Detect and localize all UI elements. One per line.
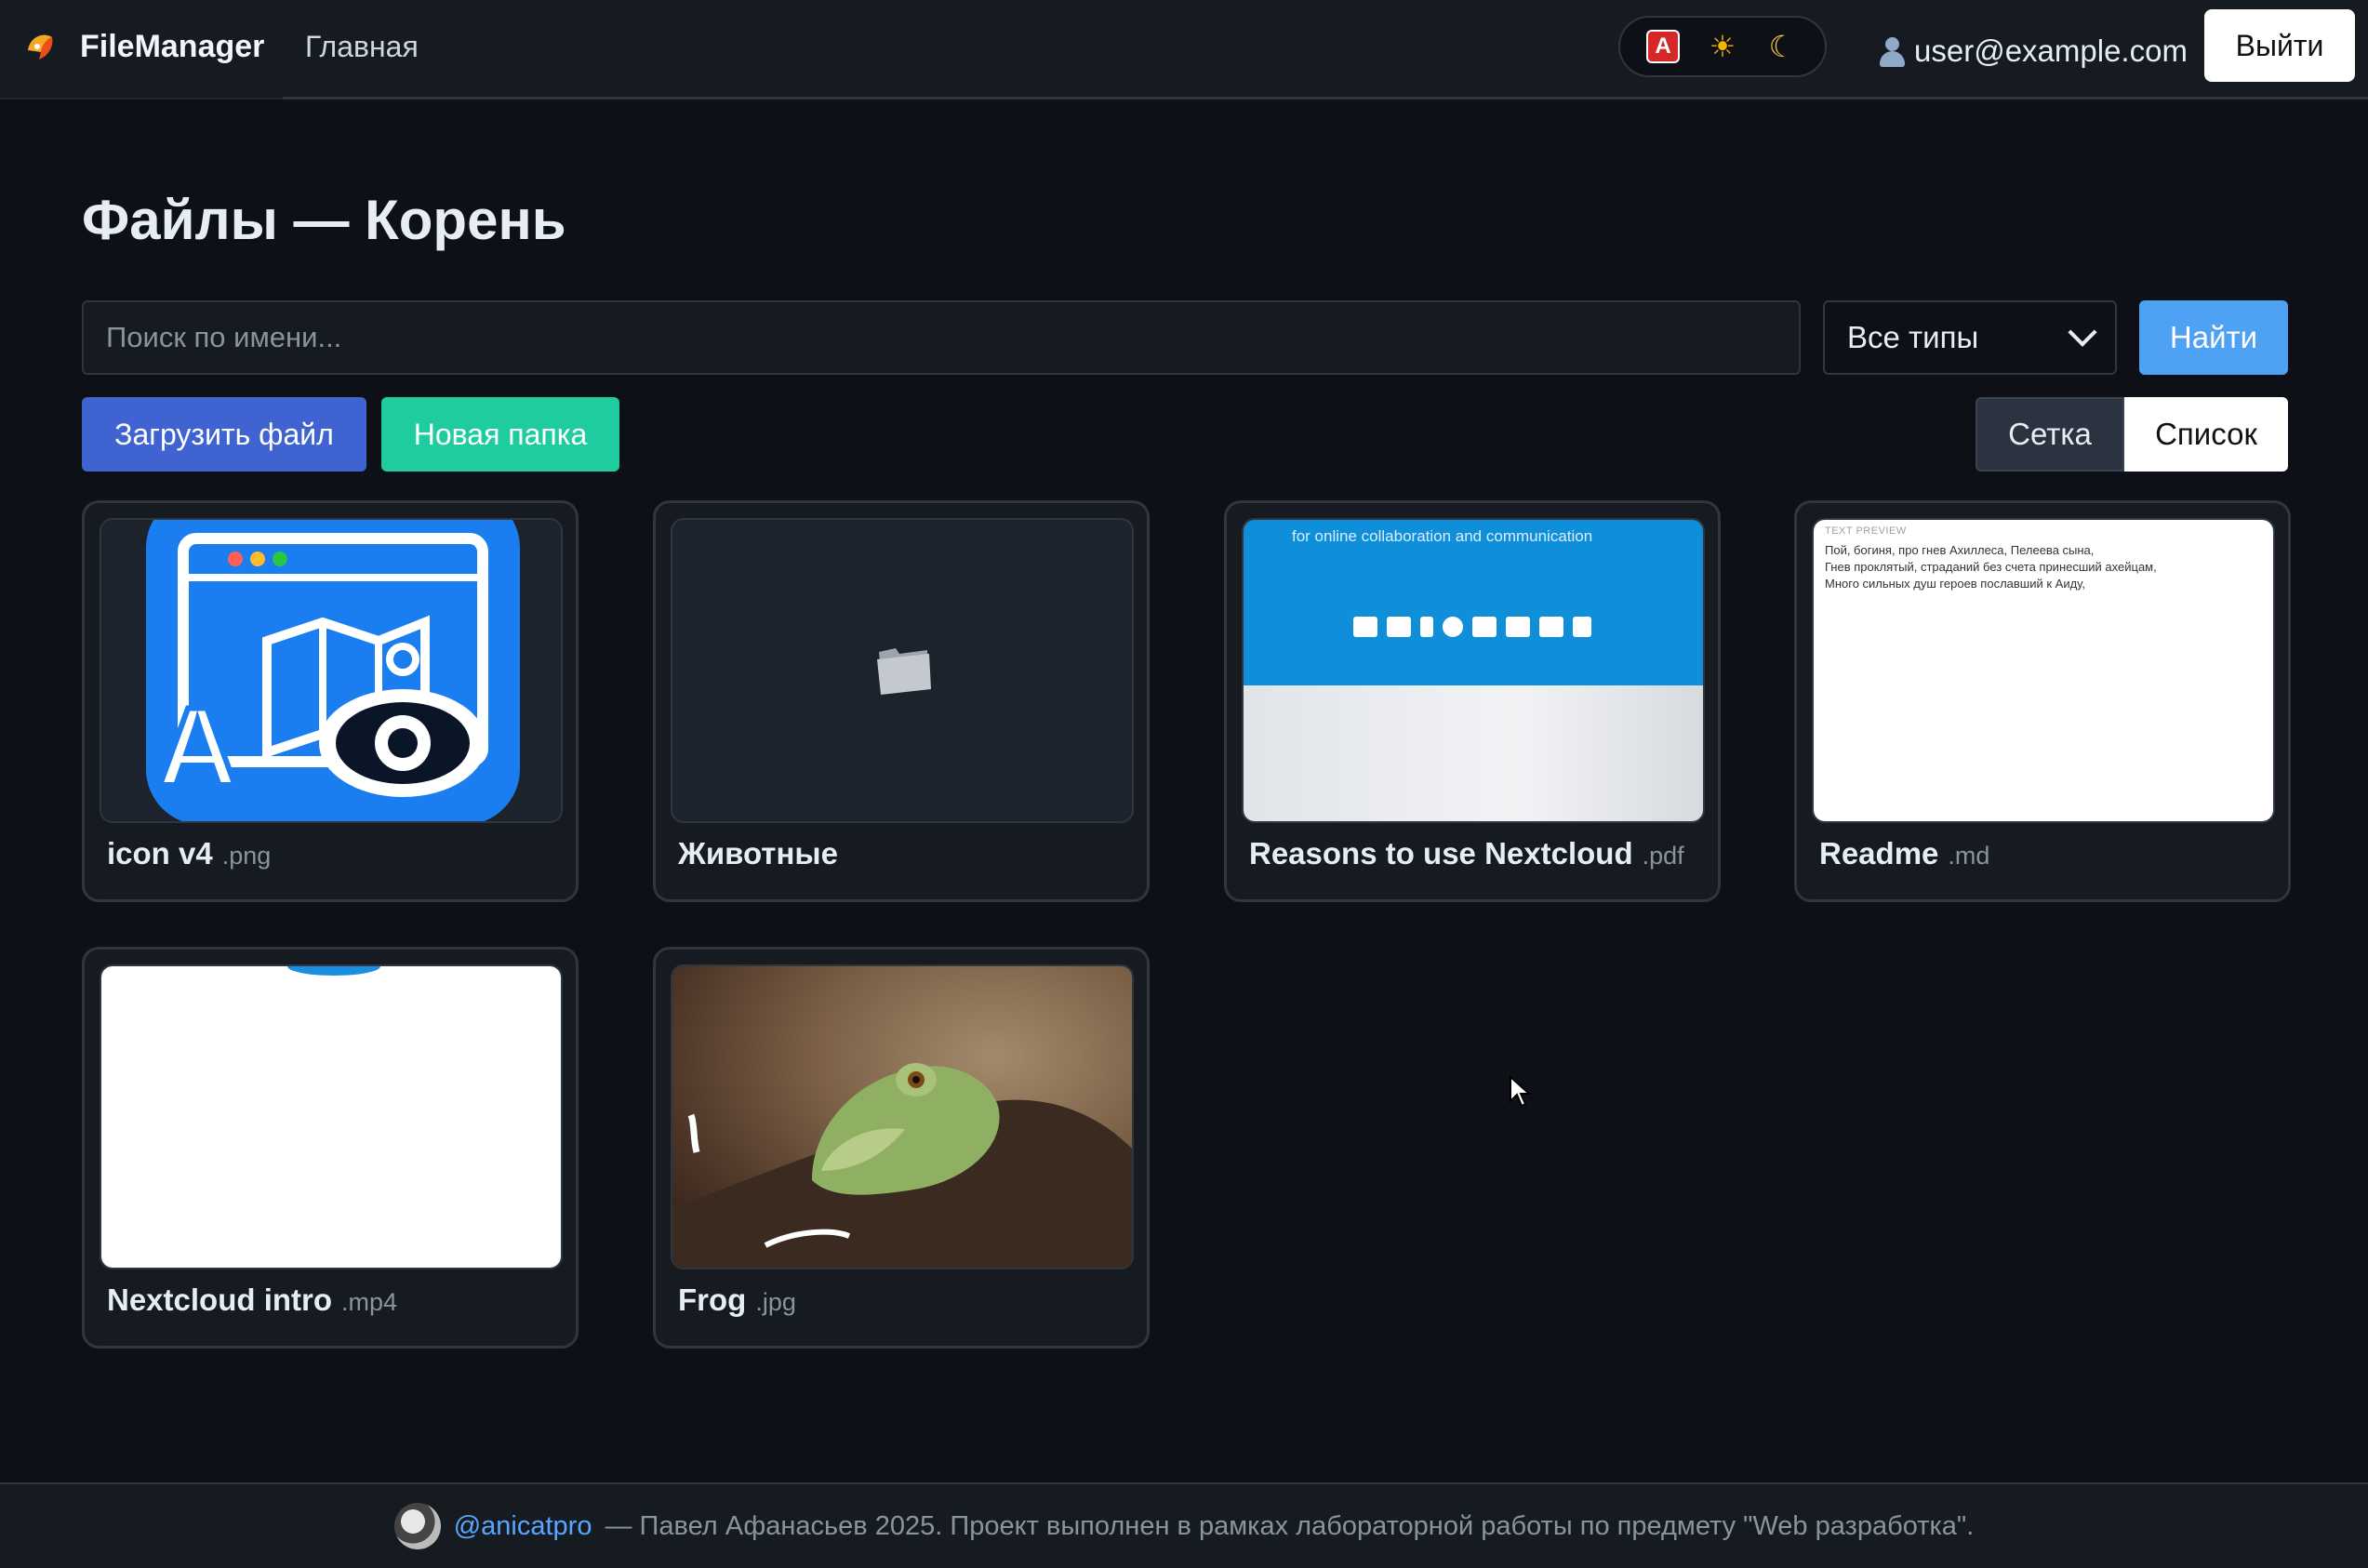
file-extension: .pdf [1642, 842, 1684, 870]
search-input[interactable]: Поиск по имени... [82, 300, 1801, 375]
folder-icon [1353, 617, 1377, 637]
sun-icon: ☀ [1709, 30, 1736, 63]
image-icon [1387, 617, 1411, 637]
file-thumbnail: A [100, 518, 563, 823]
type-filter-value: Все типы [1847, 320, 1979, 354]
preview-label: TEXT PREVIEW [1825, 525, 1907, 537]
folder-thumbnail [671, 518, 1134, 823]
file-name: Frog .jpg [678, 1282, 796, 1317]
view-list-button[interactable]: Список [2124, 397, 2288, 472]
page-title: Файлы — Корень [82, 189, 566, 251]
user-info: user@example.com [1877, 33, 2188, 69]
preview-text: Пой, богиня, про гнев Ахиллеса, Пелеева … [1825, 543, 2157, 591]
frog-photo [672, 1063, 1132, 1268]
upload-file-button[interactable]: Загрузить файл [82, 397, 366, 472]
image-thumbnail [671, 964, 1134, 1269]
contacts-icon [1472, 617, 1497, 637]
file-name: Nextcloud intro .mp4 [107, 1282, 398, 1317]
find-button[interactable]: Найти [2139, 300, 2288, 375]
file-name: icon v4 .png [107, 836, 272, 870]
file-extension: .mp4 [341, 1288, 398, 1316]
view-grid-button[interactable]: Сетка [1976, 397, 2124, 472]
mouse-cursor-icon [1510, 1075, 1531, 1108]
auto-theme-icon: A [1646, 30, 1680, 63]
pdf-thumbnail: for online collaboration and communicati… [1242, 518, 1705, 823]
author-link[interactable]: @anicatpro [454, 1511, 592, 1542]
file-extension: .jpg [755, 1288, 796, 1316]
theme-light-button[interactable]: ☀ [1701, 25, 1744, 68]
user-icon [1877, 35, 1907, 67]
file-card[interactable]: TEXT PREVIEW Пой, богиня, про гнев Ахилл… [1794, 500, 2291, 902]
app-map-icon: A [146, 520, 520, 821]
file-extension: .png [221, 842, 272, 870]
view-toggle: Сетка Список [1976, 397, 2288, 472]
mail-icon [1539, 617, 1563, 637]
new-folder-button[interactable]: Новая папка [381, 397, 619, 472]
search-icon [1443, 617, 1463, 637]
theme-auto-button[interactable]: A [1642, 25, 1684, 68]
file-card[interactable]: Frog .jpg [653, 947, 1150, 1349]
author-avatar [393, 1503, 441, 1549]
user-email: user@example.com [1914, 33, 2188, 68]
brand-logo-icon [20, 26, 61, 67]
nav-link-home[interactable]: Главная [305, 30, 419, 64]
activity-icon [1420, 617, 1433, 637]
footer: @anicatpro — Павел Афанасьев 2025. Проек… [0, 1482, 2368, 1568]
file-card[interactable]: Nextcloud intro .mp4 [82, 947, 579, 1349]
video-thumbnail [100, 964, 563, 1269]
chevron-down-icon [2068, 317, 2097, 347]
file-card[interactable]: for online collaboration and communicati… [1224, 500, 1721, 902]
file-name: Reasons to use Nextcloud .pdf [1249, 836, 1684, 870]
theme-switcher: A ☀ ☾ [1618, 16, 1827, 77]
logout-button[interactable]: Выйти [2204, 9, 2355, 82]
calendar-icon [1506, 617, 1530, 637]
type-filter-select[interactable]: Все типы [1823, 300, 2117, 375]
pdf-preview-tagline: for online collaboration and communicati… [1292, 527, 1593, 545]
svg-text:A: A [157, 684, 238, 809]
brand-name: FileManager [80, 28, 265, 64]
file-name: Readme .md [1819, 836, 1990, 870]
pdf-preview-icons [1353, 617, 1591, 637]
file-extension: .md [1948, 842, 1990, 870]
text-thumbnail: TEXT PREVIEW Пой, богиня, про гнев Ахилл… [1812, 518, 2275, 823]
folder-name: Животные [678, 836, 838, 870]
folder-card[interactable]: Животные [653, 500, 1150, 902]
folder-icon [877, 648, 931, 695]
top-navbar: FileManager Главная A ☀ ☾ user@example.c… [0, 0, 2368, 100]
brand[interactable]: FileManager [20, 26, 264, 67]
theme-dark-button[interactable]: ☾ [1761, 25, 1803, 68]
document-icon [1573, 617, 1591, 637]
file-card[interactable]: A icon v4 .png [82, 500, 579, 902]
nav-divider [283, 97, 2368, 100]
footer-text: — Павел Афанасьев 2025. Проект выполнен … [605, 1510, 1975, 1541]
moon-icon: ☾ [1768, 30, 1796, 63]
